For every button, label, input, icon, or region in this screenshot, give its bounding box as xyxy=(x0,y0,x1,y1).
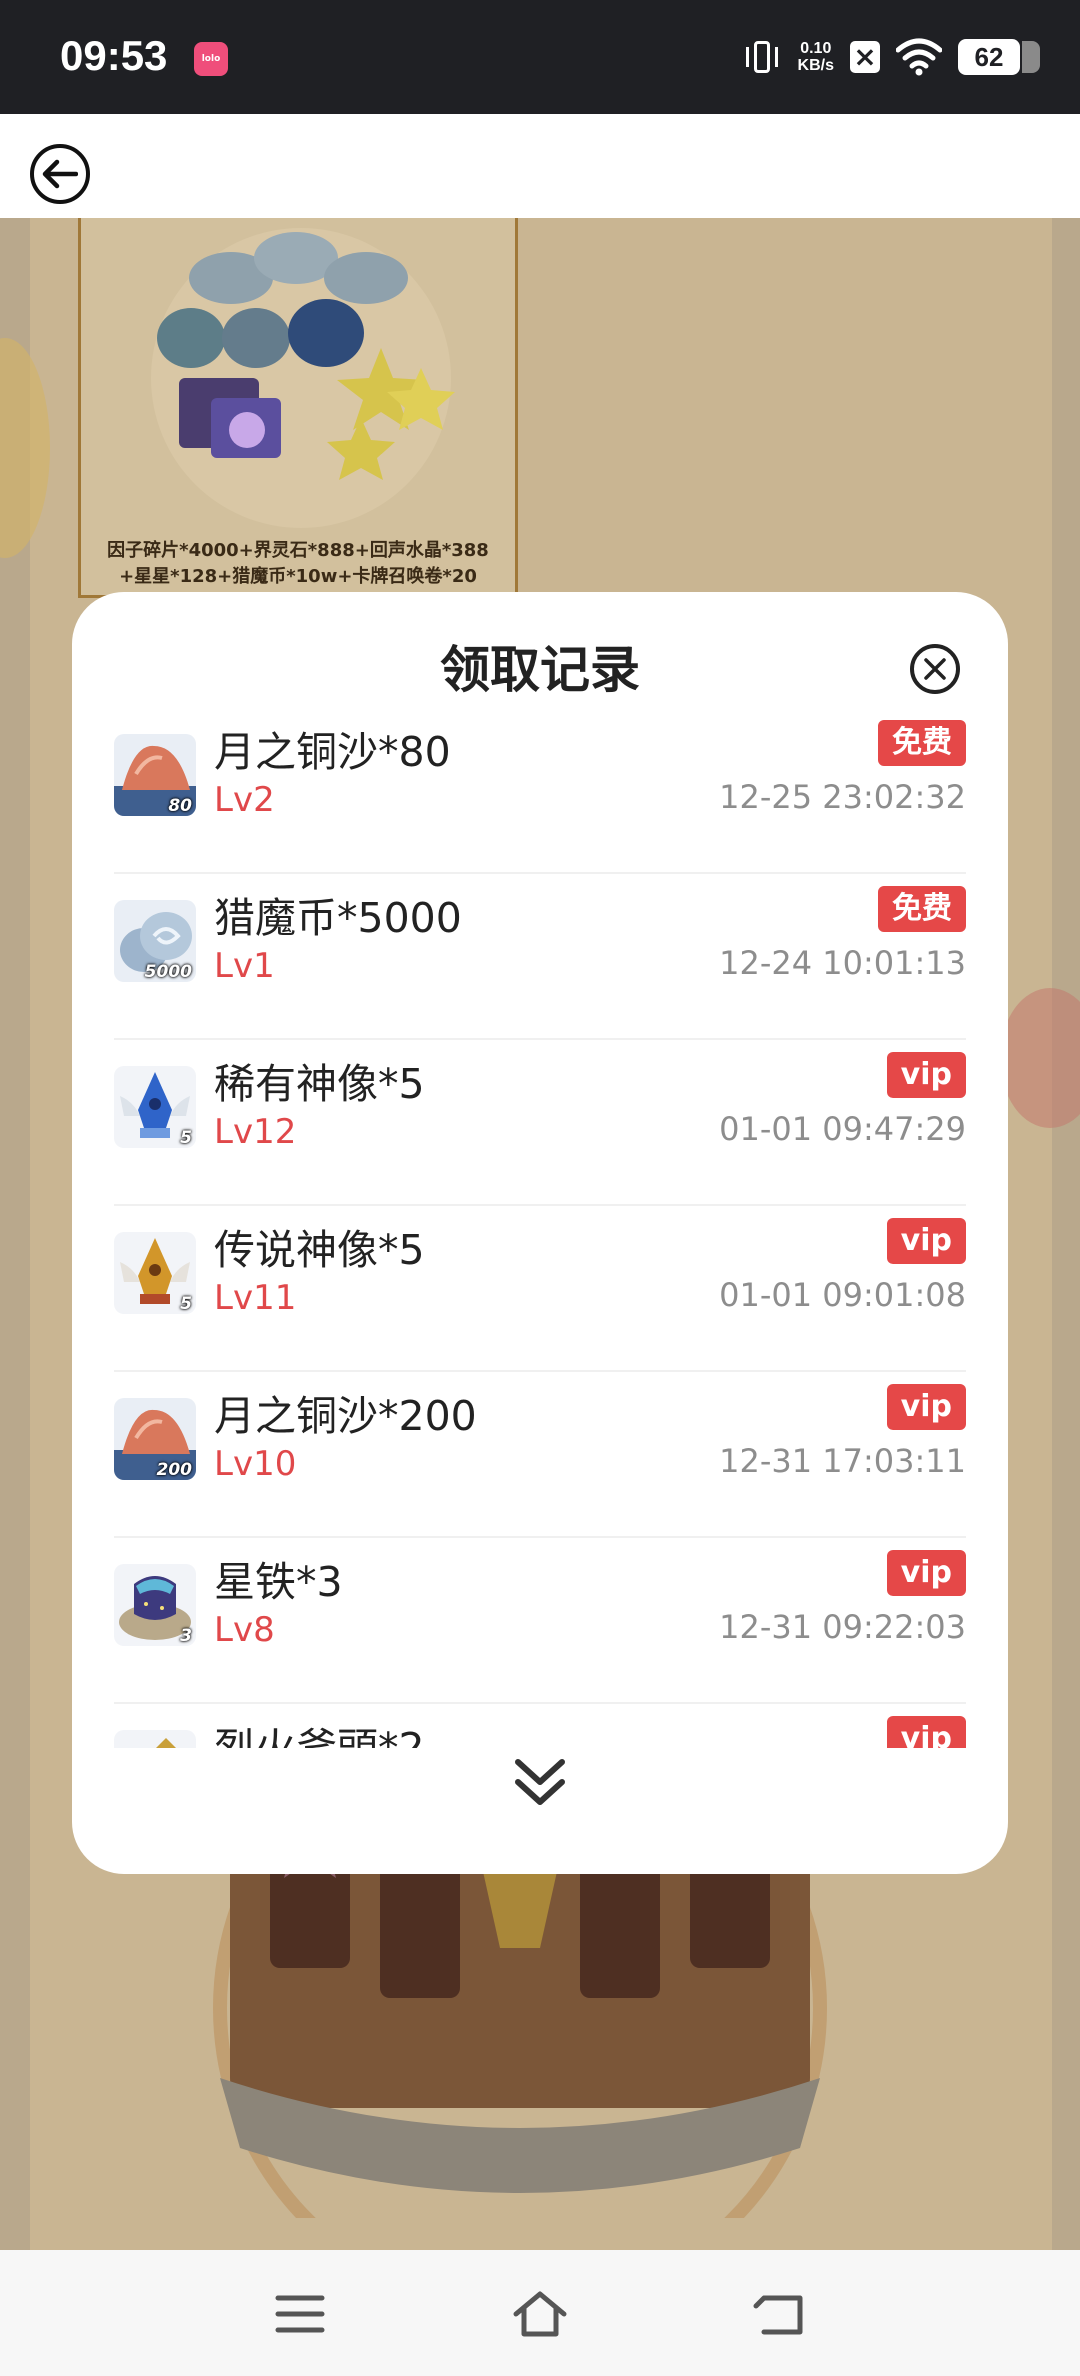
record-row: 5 稀有神像*5 Lv12 vip 01-01 09:47:29 xyxy=(114,1040,966,1206)
reward-bundle-image xyxy=(151,228,455,528)
status-badge: vip xyxy=(886,1052,966,1098)
record-row: 3 星铁*3 Lv8 vip 12-31 09:22:03 xyxy=(114,1538,966,1704)
claim-time: 12-31 17:03:11 xyxy=(719,1442,966,1480)
record-row: 80 月之铜沙*80 Lv2 免费 12-25 23:02:32 xyxy=(114,708,966,874)
fire-axe-icon xyxy=(114,1730,196,1748)
item-name: 传说神像*5 xyxy=(214,1226,425,1274)
item-name: 月之铜沙*80 xyxy=(214,728,451,776)
status-bar: 09:53 lolo 0.10 KB/s × 62 xyxy=(0,0,1080,114)
home-nav-button[interactable] xyxy=(510,2286,570,2342)
reward-caption: 因子碎片*4000+界灵石*888+回声水晶*388 +星星*128+猎魔币*1… xyxy=(78,538,518,590)
status-badge: 免费 xyxy=(878,720,966,766)
load-more-button[interactable] xyxy=(510,1754,570,1814)
item-quantity: 5 xyxy=(180,1128,192,1148)
status-badge: vip xyxy=(886,1384,966,1430)
status-badge: 免费 xyxy=(878,886,966,932)
status-badge: vip xyxy=(886,1550,966,1596)
back-nav-button[interactable] xyxy=(750,2286,810,2342)
status-badge: vip xyxy=(886,1716,966,1748)
copper-sand-icon: 200 xyxy=(114,1398,196,1480)
vibrate-icon xyxy=(742,37,782,77)
arrow-left-icon xyxy=(42,159,78,189)
item-name: 猎魔币*5000 xyxy=(214,894,462,942)
close-icon xyxy=(924,658,946,680)
item-level: Lv2 xyxy=(214,780,275,820)
copper-sand-icon: 80 xyxy=(114,734,196,816)
claim-time: 12-25 23:02:32 xyxy=(719,778,966,816)
rare-statue-icon: 5 xyxy=(114,1066,196,1148)
record-row: 5 传说神像*5 Lv11 vip 01-01 09:01:08 xyxy=(114,1206,966,1372)
item-quantity: 80 xyxy=(168,796,192,816)
status-time: 09:53 xyxy=(60,32,168,79)
menu-nav-button[interactable] xyxy=(270,2286,330,2342)
item-name: 烈火斧頭*2 xyxy=(214,1724,425,1748)
record-row: 5000 猎魔币*5000 Lv1 免费 12-24 10:01:13 xyxy=(114,874,966,1040)
claim-time: 01-01 09:01:08 xyxy=(719,1276,966,1314)
records-list[interactable]: 80 月之铜沙*80 Lv2 免费 12-25 23:02:32 5000 猎魔… xyxy=(114,708,966,1748)
network-speed-unit: KB/s xyxy=(797,57,834,74)
menu-icon xyxy=(275,2295,325,2333)
dialog-title: 领取记录 xyxy=(440,641,640,699)
claim-time: 01-01 09:47:29 xyxy=(719,1110,966,1148)
star-iron-icon: 3 xyxy=(114,1564,196,1646)
reward-caption-line-2: +星星*128+猎魔币*10w+卡牌召唤卷*20 xyxy=(119,566,477,587)
claim-records-dialog: 领取记录 80 月之铜沙*80 Lv2 免费 12-25 23:02:32 50… xyxy=(72,592,1008,1874)
item-level: Lv10 xyxy=(214,1444,297,1484)
legend-statue-icon: 5 xyxy=(114,1232,196,1314)
claim-time: 12-24 10:01:13 xyxy=(719,944,966,982)
record-row: 烈火斧頭*2 vip xyxy=(114,1704,966,1748)
item-level: Lv1 xyxy=(214,946,275,986)
item-name: 星铁*3 xyxy=(214,1558,343,1606)
back-button[interactable] xyxy=(30,144,90,204)
item-name: 月之铜沙*200 xyxy=(214,1392,477,1440)
item-quantity: 3 xyxy=(180,1626,192,1646)
system-navigation-bar xyxy=(0,2250,1080,2376)
battery-indicator: 62 xyxy=(958,39,1040,75)
page-header xyxy=(0,114,1080,218)
no-sim-icon: × xyxy=(850,41,880,73)
claim-time: 12-31 09:22:03 xyxy=(719,1608,966,1646)
item-name: 稀有神像*5 xyxy=(214,1060,425,1108)
item-quantity: 5 xyxy=(180,1294,192,1314)
item-quantity: 200 xyxy=(156,1460,193,1480)
back-icon xyxy=(753,2295,803,2335)
notification-app-icon: lolo xyxy=(194,42,228,76)
wifi-icon xyxy=(896,38,942,76)
reward-caption-line-1: 因子碎片*4000+界灵石*888+回声水晶*388 xyxy=(107,540,489,561)
item-level: Lv11 xyxy=(214,1278,297,1318)
home-icon xyxy=(513,2291,567,2337)
status-badge: vip xyxy=(886,1218,966,1264)
network-speed-value: 0.10 xyxy=(800,40,832,57)
hunter-coin-icon: 5000 xyxy=(114,900,196,982)
item-level: Lv8 xyxy=(214,1610,275,1650)
item-quantity: 5000 xyxy=(144,962,192,982)
item-level: Lv12 xyxy=(214,1112,297,1152)
record-row: 200 月之铜沙*200 Lv10 vip 12-31 17:03:11 xyxy=(114,1372,966,1538)
double-chevron-down-icon xyxy=(515,1759,565,1805)
close-button[interactable] xyxy=(910,644,960,694)
network-speed: 0.10 KB/s xyxy=(798,40,834,74)
